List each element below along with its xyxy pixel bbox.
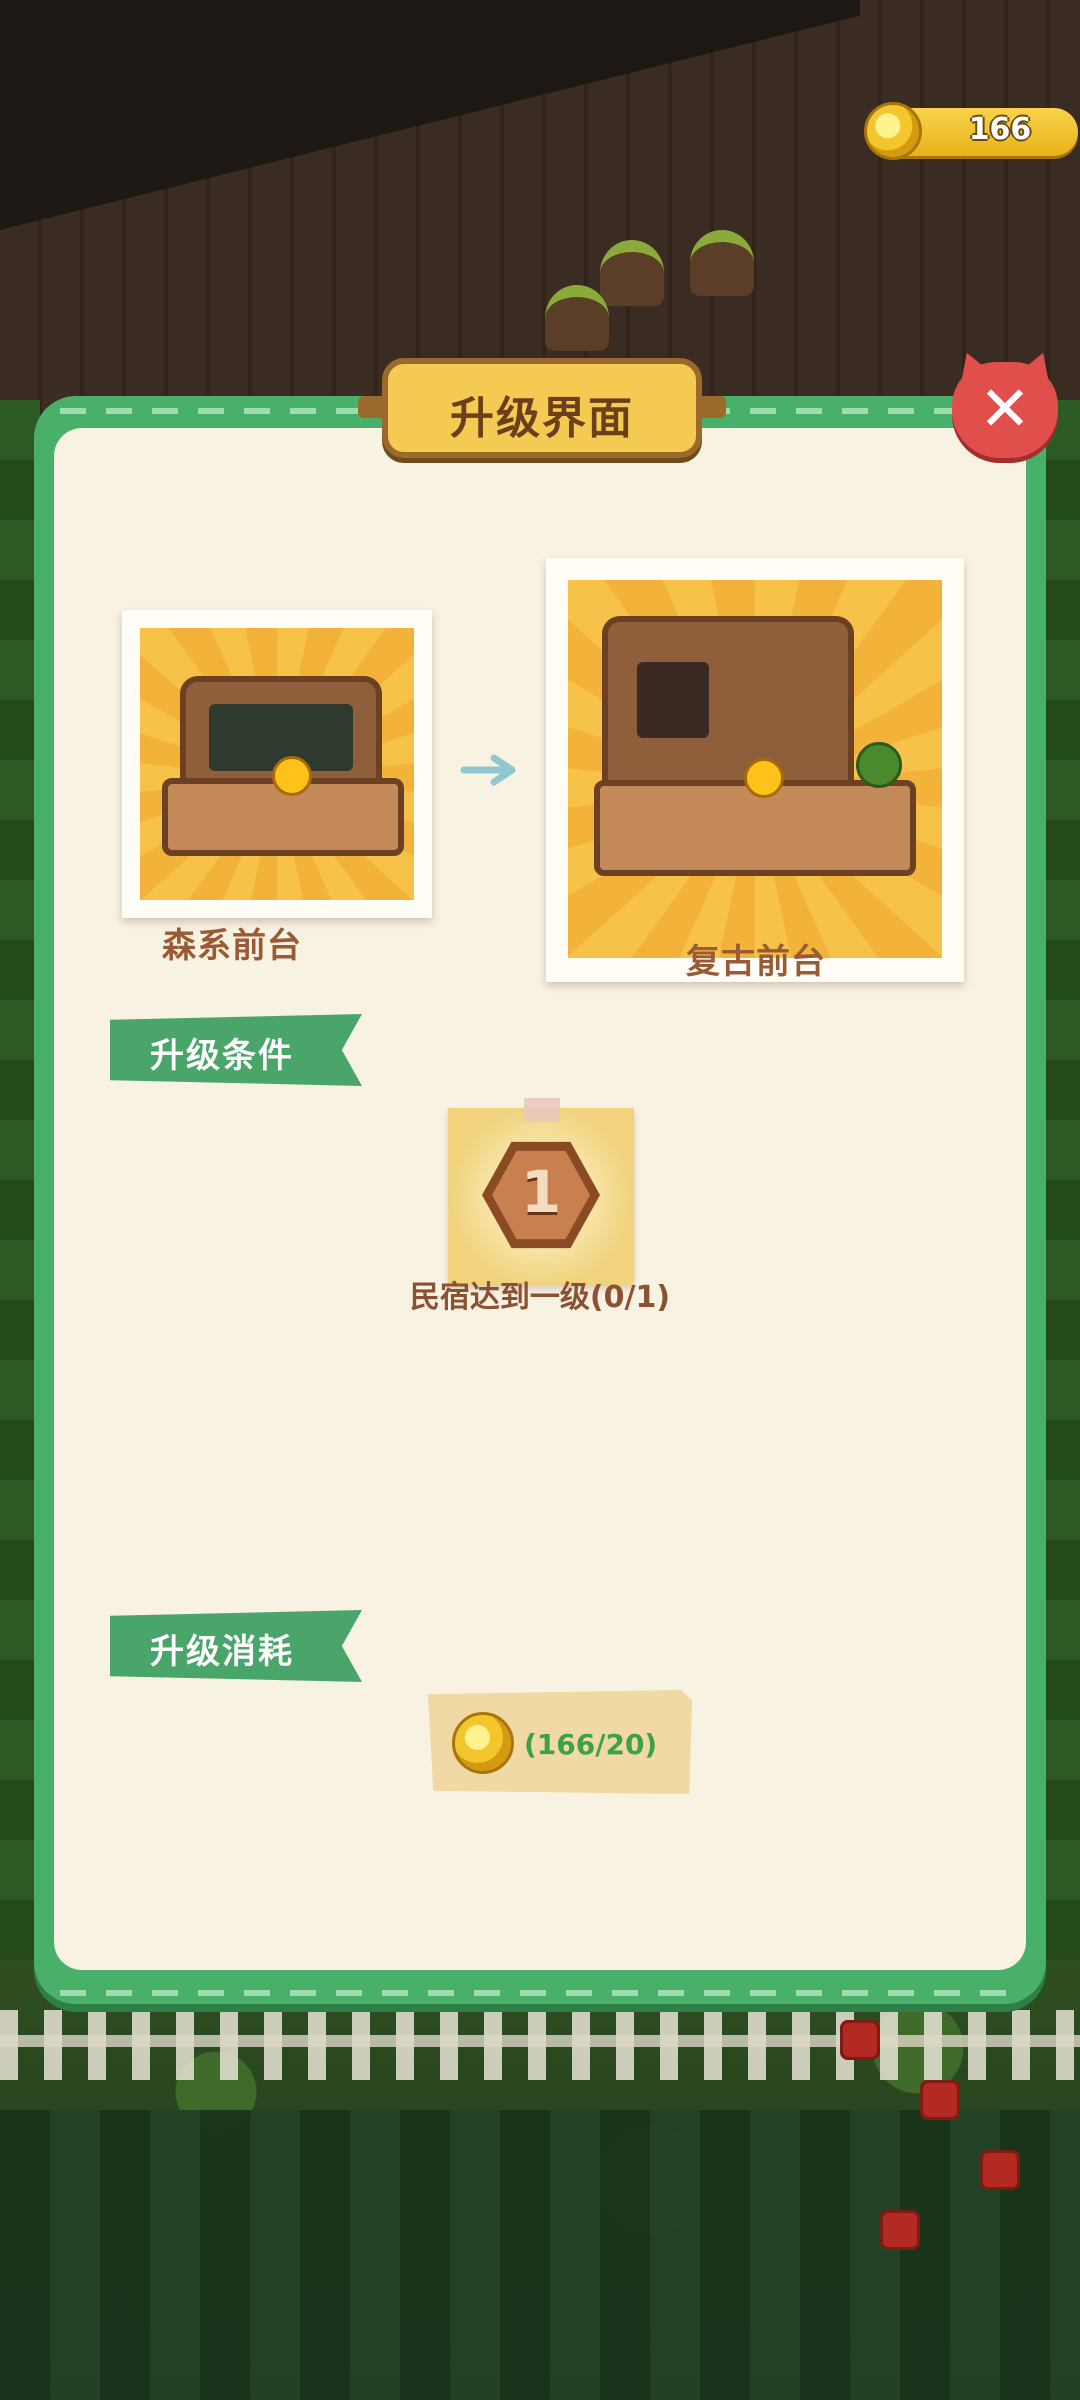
forest-front-desk-icon [140, 628, 414, 900]
tree-stump-decoration [545, 285, 609, 351]
cost-section-ribbon: 升级消耗 [110, 1610, 362, 1682]
chick-figurine [744, 758, 784, 798]
paper-tape [524, 1098, 560, 1122]
tree-stump-decoration [600, 240, 664, 306]
dialog-title: 升级界面 [450, 393, 634, 444]
condition-label: 民宿达到一级(0/1) [409, 1280, 671, 1315]
coin-amount: 166 [968, 112, 1032, 147]
chick-figurine [272, 756, 312, 796]
arrow-right-icon [460, 754, 516, 786]
red-ornament-decoration [920, 2080, 960, 2120]
red-ornament-decoration [980, 2150, 1020, 2190]
tree-stump-decoration [690, 230, 754, 296]
red-ornament-decoration [840, 2020, 880, 2060]
frame-stitching-bottom [60, 1990, 1020, 1996]
red-ornament-decoration [880, 2210, 920, 2250]
fence-rail [0, 2035, 1080, 2047]
next-item-card[interactable] [546, 558, 964, 982]
potted-plant [856, 742, 902, 788]
close-button[interactable]: ✕ [952, 362, 1058, 458]
conditions-section-title: 升级条件 [150, 1036, 294, 1076]
level-badge-number: 1 [520, 1158, 562, 1226]
dialog-title-plaque: 升级界面 [358, 358, 726, 458]
next-item-name: 复古前台 [686, 942, 826, 982]
vine-decoration [1040, 400, 1080, 2000]
retro-front-desk-icon [568, 580, 942, 958]
current-item-name: 森系前台 [162, 926, 302, 966]
gold-coin-icon [452, 1712, 514, 1774]
close-icon: ✕ [979, 372, 1031, 445]
conditions-section-ribbon: 升级条件 [110, 1014, 362, 1086]
cost-amount: (166/20) [524, 1728, 658, 1761]
gold-coin-icon [864, 102, 922, 160]
cost-section-title: 升级消耗 [150, 1632, 294, 1672]
current-item-card[interactable] [122, 610, 432, 918]
coin-counter: 166 [864, 102, 1078, 160]
pine-forest [0, 2110, 1080, 2400]
